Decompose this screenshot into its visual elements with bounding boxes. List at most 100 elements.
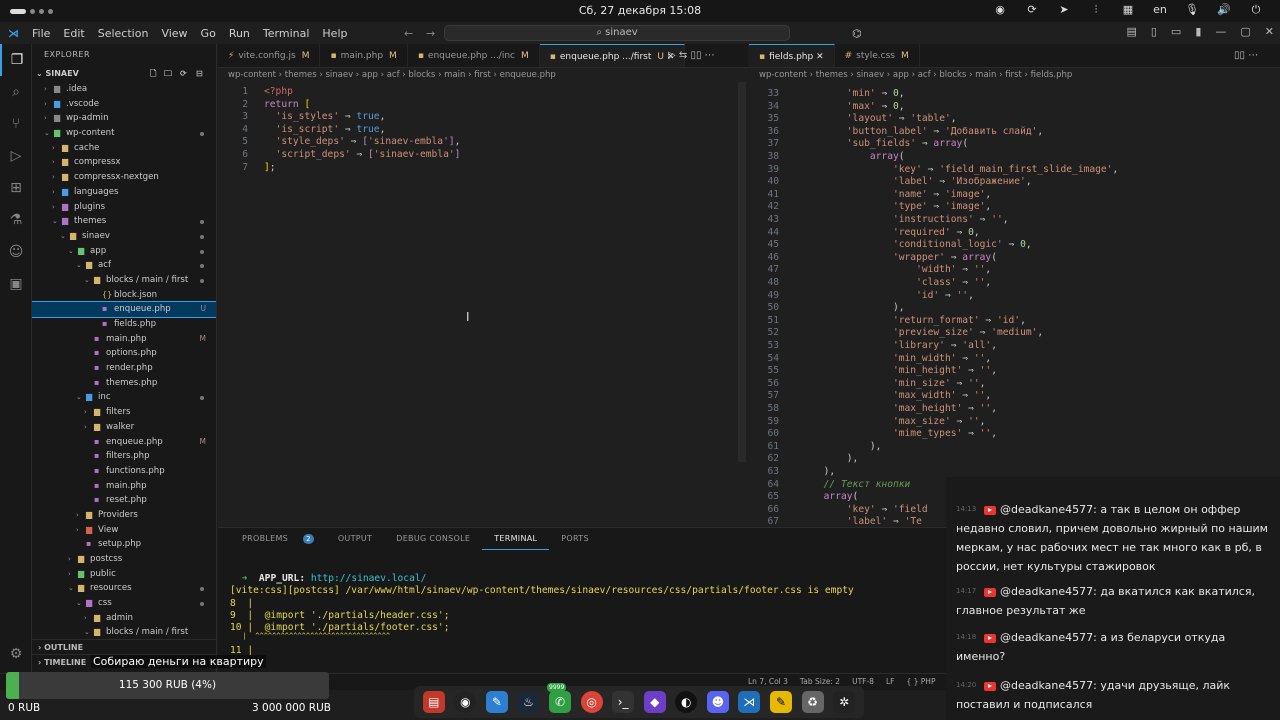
tree-item[interactable]: › ▆ compressx-nextgen: [32, 170, 216, 185]
back-arrow-icon[interactable]: ←: [404, 27, 413, 40]
telegram-icon[interactable]: ➤: [1048, 3, 1080, 17]
tab-debug-console[interactable]: DEBUG CONSOLE: [384, 528, 482, 550]
split-editor-icon[interactable]: ▯▯: [690, 50, 704, 61]
tree-item[interactable]: ⌄ ▆ wp-content: [32, 126, 216, 141]
new-folder-icon[interactable]: 🗀: [164, 66, 172, 82]
testing-icon[interactable]: ⚗: [0, 204, 32, 236]
tree-item[interactable]: › ▆ View: [32, 523, 216, 538]
tree-item[interactable]: ⌄ ▆ resources: [32, 581, 216, 596]
tree-item[interactable]: › ▆ public: [32, 567, 216, 582]
tab-ports[interactable]: PORTS: [549, 528, 601, 550]
chat-username[interactable]: @deadkane4577:: [1000, 631, 1097, 644]
tree-item[interactable]: › ▆ walker: [32, 420, 216, 435]
tab-output[interactable]: OUTPUT: [326, 528, 384, 550]
terminal-icon[interactable]: ›_: [612, 691, 635, 713]
extensions-icon[interactable]: ⊞: [0, 172, 32, 204]
toggle-panel-icon[interactable]: ▭: [1171, 25, 1181, 38]
settings-gear-icon[interactable]: ⚙: [0, 638, 32, 670]
tree-item[interactable]: ⌄ ▆ sinaev: [32, 229, 216, 244]
maximize-icon[interactable]: ▢: [1240, 25, 1250, 38]
explorer-icon[interactable]: ❐: [0, 44, 32, 76]
encoding[interactable]: UTF-8: [852, 677, 874, 686]
toggle-secondary-icon[interactable]: ▮: [1195, 25, 1201, 38]
run-icon[interactable]: ▷: [668, 50, 679, 61]
more-icon[interactable]: ⋯: [1248, 50, 1258, 61]
tree-item[interactable]: › ▆ cache: [32, 141, 216, 156]
breadcrumb[interactable]: wp-content › themes › sinaev › app › acf…: [749, 68, 1280, 82]
cursor-position[interactable]: Ln 7, Col 3: [748, 677, 788, 686]
language-mode[interactable]: { } PHP: [906, 677, 935, 686]
tree-item[interactable]: › ▆ wp-admin: [32, 111, 216, 126]
layout-icon[interactable]: ▤: [1126, 25, 1136, 38]
update-icon[interactable]: ⟳: [1016, 3, 1048, 17]
notes-icon[interactable]: ✎: [769, 691, 792, 713]
menu-go[interactable]: Go: [201, 27, 216, 40]
workspace-dot[interactable]: [48, 8, 53, 14]
editor-tab[interactable]: # style.css M: [835, 44, 920, 67]
minimize-icon[interactable]: —: [1215, 25, 1226, 38]
tree-item[interactable]: ▪ setup.php: [32, 537, 216, 552]
trash-icon[interactable]: ♻: [801, 691, 824, 713]
tree-item[interactable]: › ▆ plugins: [32, 200, 216, 215]
copilot-icon[interactable]: ☺: [0, 236, 32, 268]
tree-item[interactable]: › ▆ Providers: [32, 508, 216, 523]
editor-tab[interactable]: ▪ main.php M: [320, 44, 408, 67]
tree-item[interactable]: ⌄ ▆ themes: [32, 214, 216, 229]
tree-item[interactable]: › ▆ languages: [32, 185, 216, 200]
menu-help[interactable]: Help: [322, 27, 347, 40]
tree-item[interactable]: ⌄ ▆ app: [32, 244, 216, 259]
language-indicator[interactable]: en: [1144, 3, 1176, 17]
tree-item[interactable]: ▪ fields.php: [32, 317, 216, 332]
workspace-indicator[interactable]: [10, 8, 26, 14]
vscode-icon[interactable]: ⋊: [738, 691, 761, 713]
copilot-icon[interactable]: ⌬: [852, 27, 862, 40]
tree-item[interactable]: ▪ themes.php: [32, 376, 216, 391]
files-icon[interactable]: ▤: [422, 691, 445, 713]
tree-item[interactable]: ⌄ ▆ css: [32, 596, 216, 611]
tree-item[interactable]: › ▆ .vscode: [32, 97, 216, 112]
eol[interactable]: LF: [886, 677, 895, 686]
forward-arrow-icon[interactable]: →: [426, 27, 435, 40]
obs-studio-icon[interactable]: ◐: [675, 691, 698, 713]
split-editor-icon[interactable]: ▯▯: [1234, 50, 1248, 61]
more-icon[interactable]: ⋯: [705, 50, 715, 61]
search-icon[interactable]: ⌕: [0, 76, 32, 108]
collapse-all-icon[interactable]: ⊟: [196, 66, 203, 82]
toggle-sidebar-icon[interactable]: ▯: [1151, 25, 1157, 38]
outline-section[interactable]: › OUTLINE: [32, 639, 216, 654]
tree-item[interactable]: ⌄ ▆ acf: [32, 258, 216, 273]
tree-item[interactable]: ▪ render.php: [32, 361, 216, 376]
editor-tab[interactable]: ▪ enqueue.php .../first U ✕: [539, 44, 686, 67]
menu-selection[interactable]: Selection: [98, 27, 149, 40]
workspace-dot[interactable]: [39, 8, 44, 14]
source-control-icon[interactable]: ⑂: [0, 108, 32, 140]
tree-item[interactable]: › ▆ admin: [32, 611, 216, 626]
breadcrumb[interactable]: wp-content › themes › sinaev › app › acf…: [218, 68, 748, 82]
code-editor-left[interactable]: 1 <?php 2 return [3 'is_styles' ⇒ true, 4 'i…: [218, 82, 748, 526]
obs-icon[interactable]: ◉: [984, 3, 1016, 17]
volume-icon[interactable]: 🔊: [1208, 3, 1240, 17]
close-icon[interactable]: ✕: [813, 52, 824, 62]
settings-icon[interactable]: ✲: [833, 691, 856, 713]
chrome-icon[interactable]: ◎: [580, 691, 603, 713]
menu-edit[interactable]: Edit: [63, 27, 84, 40]
tree-item[interactable]: ⌄ ▆ blocks / main / first: [32, 625, 216, 640]
tree-item[interactable]: ▪ main.php: [32, 479, 216, 494]
tab-problems[interactable]: PROBLEMS 2: [218, 528, 326, 550]
tree-item[interactable]: {} block.json: [32, 288, 216, 303]
terminal-output[interactable]: ➜ APP_URL: http://sinaev.local/: [230, 573, 427, 584]
tab-size[interactable]: Tab Size: 2: [800, 677, 840, 686]
obs-icon[interactable]: ◉: [454, 691, 477, 713]
command-center-search[interactable]: ⌕ sinaev: [444, 25, 790, 41]
tree-item[interactable]: ▪ options.php: [32, 346, 216, 361]
chat-username[interactable]: @deadkane4577:: [1000, 679, 1097, 692]
telegram-app-icon[interactable]: ✆ 9999: [547, 683, 572, 713]
close-icon[interactable]: ✕: [1265, 25, 1274, 38]
obsidian-icon[interactable]: ◆: [643, 691, 666, 713]
discord-icon[interactable]: ☻: [706, 691, 729, 713]
calendar-icon[interactable]: ▦: [1112, 3, 1144, 17]
tree-item[interactable]: › ▆ postcss: [32, 552, 216, 567]
menu-view[interactable]: View: [161, 27, 187, 40]
menu-run[interactable]: Run: [229, 27, 250, 40]
scrollbar[interactable]: [738, 82, 746, 462]
